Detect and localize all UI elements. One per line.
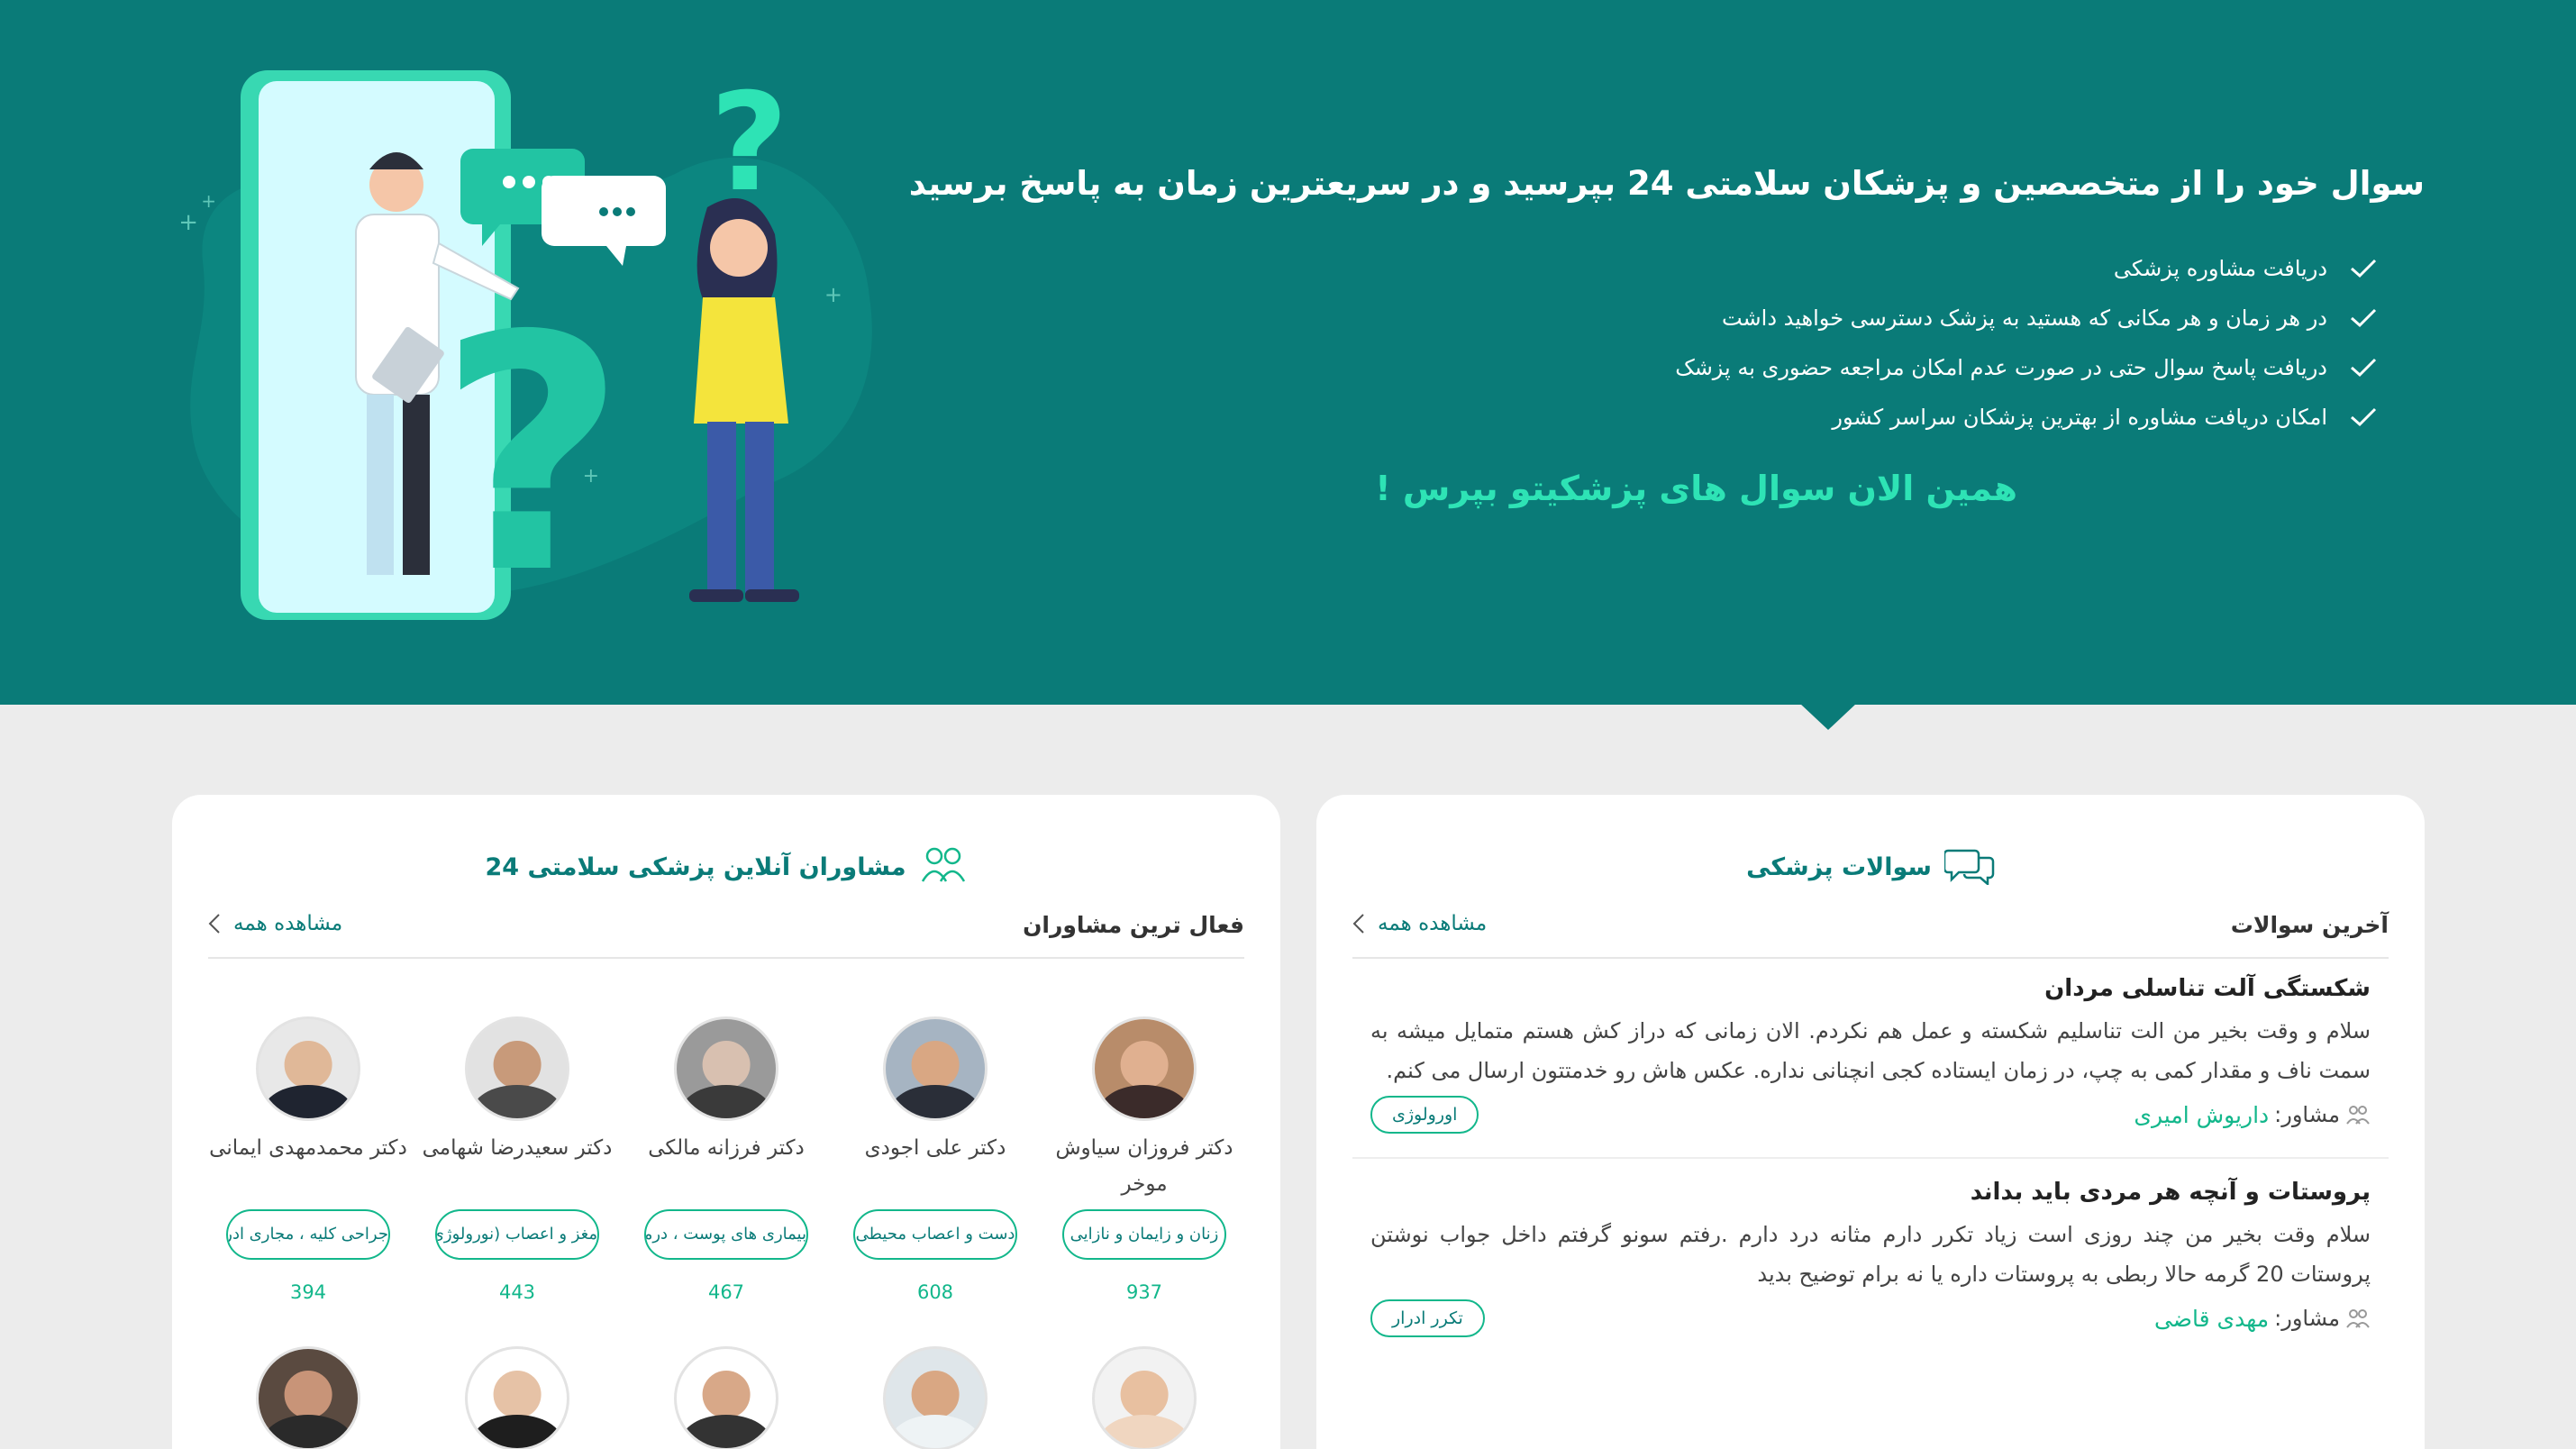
specialty-tag[interactable]: جراحی کلیه ، مجاری ادرار	[226, 1209, 390, 1260]
svg-text:+: +	[824, 282, 842, 307]
question-advisor: مشاور: مهدی قاضی	[2154, 1306, 2371, 1332]
answer-count: 394	[289, 1281, 327, 1303]
check-icon	[2345, 354, 2381, 381]
specialty-tag[interactable]: بیماری های پوست ، درماتولوژی	[644, 1209, 808, 1260]
card-title: سوالات پزشکی	[1746, 852, 1932, 881]
answer-count: 608	[916, 1281, 954, 1303]
advisor-name[interactable]: دکتر علی اجودی	[865, 1130, 1006, 1206]
section-subheader: فعال ترین مشاوران مشاهده همه	[208, 912, 1244, 959]
question-advisor: مشاور: داریوش امیری	[2134, 1102, 2371, 1128]
feature-text: دریافت مشاوره پزشکی	[2113, 255, 2327, 281]
question-title[interactable]: شکستگی آلت تناسلی مردان	[1370, 975, 2371, 1002]
specialty-tag[interactable]: دست و اعصاب محیطی	[853, 1209, 1017, 1260]
people-icon	[919, 845, 968, 889]
hero-title: سوال خود را از متخصصین و پزشکان سلامتی 2…	[908, 164, 2425, 203]
feature-text: در هر زمان و هر مکانی که هستید به پزشک د…	[1721, 305, 2327, 331]
answer-count: 443	[498, 1281, 536, 1303]
most-active-advisors-label: فعال ترین مشاوران	[1023, 912, 1244, 938]
check-icon	[2345, 255, 2381, 282]
advisor-name[interactable]: دکتر فروزان سیاوش موخر	[1044, 1130, 1244, 1206]
avatar[interactable]	[674, 1346, 778, 1449]
svg-text:+: +	[178, 209, 198, 236]
chevron-left-icon	[208, 914, 220, 934]
advisor-card[interactable]: دکتر فرزانه مالکی بیماری های پوست ، درما…	[626, 1016, 826, 1303]
svg-text:+: +	[201, 190, 216, 212]
advisors-grid: دکتر فروزان سیاوش موخر زنان و زایمان و ن…	[208, 1016, 1244, 1303]
feature-list: دریافت مشاوره پزشکی در هر زمان و هر مکان…	[1675, 243, 2381, 442]
card-header: مشاوران آنلاین پزشکی سلامتی 24	[172, 845, 1280, 889]
feature-item: امکان دریافت مشاوره از بهترین پزشکان سرا…	[1675, 392, 2381, 442]
avatar[interactable]	[465, 1346, 569, 1449]
chevron-left-icon	[1352, 914, 1364, 934]
advisor-label: مشاور:	[2274, 1102, 2340, 1127]
advisor-card[interactable]: دکتر سعیدرضا شهامی مغز و اعصاب (نورولوژی…	[417, 1016, 617, 1303]
advisor-card[interactable]	[208, 1346, 408, 1449]
advisor-name[interactable]: دکتر سعیدرضا شهامی	[423, 1130, 613, 1206]
question-meta: مشاور: داریوش امیری اورولوژی	[1370, 1096, 2371, 1134]
avatar[interactable]	[465, 1016, 569, 1121]
question-tag[interactable]: تکرر ادرار	[1370, 1299, 1485, 1337]
section-subheader: آخرین سوالات مشاهده همه	[1352, 912, 2389, 959]
advisor-name[interactable]: داریوش امیری	[2134, 1102, 2269, 1128]
card-header: سوالات پزشکی	[1316, 845, 2425, 889]
card-title: مشاوران آنلاین پزشکی سلامتی 24	[485, 852, 906, 881]
avatar[interactable]	[883, 1016, 988, 1121]
avatar[interactable]	[1092, 1016, 1197, 1121]
divider	[1352, 1157, 2389, 1159]
feature-item: دریافت پاسخ سوال حتی در صورت عدم امکان م…	[1675, 342, 2381, 392]
feature-item: در هر زمان و هر مکانی که هستید به پزشک د…	[1675, 293, 2381, 342]
question-tag[interactable]: اورولوژی	[1370, 1096, 1479, 1134]
svg-text:+: +	[583, 465, 599, 488]
answer-count: 937	[1125, 1281, 1163, 1303]
people-icon	[2346, 1309, 2370, 1328]
hero-banner: ? ? + + + + سوال خود را از متخصصین و پزش…	[0, 0, 2576, 705]
question-item[interactable]: پروستات و آنچه هر مردی باید بداند سلام و…	[1352, 1179, 2389, 1337]
question-title[interactable]: پروستات و آنچه هر مردی باید بداند	[1370, 1179, 2371, 1206]
see-all-label: مشاهده همه	[233, 912, 343, 935]
specialty-tag[interactable]: زنان و زایمان و نازایی	[1062, 1209, 1226, 1260]
advisor-name[interactable]: دکتر محمدمهدی ایمانی	[209, 1130, 407, 1206]
chat-bubbles-icon	[1943, 845, 1995, 889]
advisor-card[interactable]	[1044, 1346, 1244, 1449]
avatar[interactable]	[674, 1016, 778, 1121]
question-meta: مشاور: مهدی قاضی تکرر ادرار	[1370, 1299, 2371, 1337]
advisor-card[interactable]	[835, 1346, 1035, 1449]
advisor-card[interactable]: دکتر علی اجودی دست و اعصاب محیطی 608	[835, 1016, 1035, 1303]
question-body: سلام وقت بخیر من چند روزی است زیاد تکرر …	[1370, 1222, 2371, 1287]
feature-item: دریافت مشاوره پزشکی	[1675, 243, 2381, 293]
latest-questions-label: آخرین سوالات	[2230, 912, 2389, 938]
avatar[interactable]	[256, 1016, 360, 1121]
medical-questions-card: سوالات پزشکی آخرین سوالات مشاهده همه شکس…	[1316, 795, 2425, 1449]
specialty-tag[interactable]: مغز و اعصاب (نورولوژی)	[435, 1209, 599, 1260]
check-icon	[2345, 404, 2381, 431]
doctor-consultation-illustration: ? ? + + + +	[178, 65, 872, 622]
advisor-name[interactable]: مهدی قاضی	[2154, 1306, 2269, 1332]
question-body: سلام و وقت بخیر من الت تناسلیم شکسته و ع…	[1370, 1018, 2371, 1083]
see-all-advisors-link[interactable]: مشاهده همه	[208, 912, 342, 935]
hero-pointer	[1799, 703, 1857, 730]
avatar[interactable]	[1092, 1346, 1197, 1449]
avatar[interactable]	[883, 1346, 988, 1449]
advisor-card[interactable]	[626, 1346, 826, 1449]
avatar[interactable]	[256, 1346, 360, 1449]
ask-question-cta[interactable]: همین الان سوال های پزشکیتو بپرس !	[1375, 469, 2017, 508]
answer-count: 467	[707, 1281, 745, 1303]
online-advisors-card: مشاوران آنلاین پزشکی سلامتی 24 فعال ترین…	[172, 795, 1280, 1449]
check-icon	[2345, 305, 2381, 332]
see-all-questions-link[interactable]: مشاهده همه	[1352, 912, 1487, 935]
advisors-grid-row-2	[208, 1346, 1244, 1449]
advisor-card[interactable]	[417, 1346, 617, 1449]
questions-list: شکستگی آلت تناسلی مردان سلام و وقت بخیر …	[1352, 975, 2389, 1337]
feature-text: دریافت پاسخ سوال حتی در صورت عدم امکان م…	[1675, 354, 2327, 380]
advisor-name[interactable]: دکتر فرزانه مالکی	[648, 1130, 805, 1206]
feature-text: امکان دریافت مشاوره از بهترین پزشکان سرا…	[1832, 404, 2327, 430]
advisor-label: مشاور:	[2274, 1306, 2340, 1331]
svg-text:?: ?	[438, 267, 626, 622]
advisor-card[interactable]: دکتر محمدمهدی ایمانی جراحی کلیه ، مجاری …	[208, 1016, 408, 1303]
question-item[interactable]: شکستگی آلت تناسلی مردان سلام و وقت بخیر …	[1352, 975, 2389, 1134]
advisor-card[interactable]: دکتر فروزان سیاوش موخر زنان و زایمان و ن…	[1044, 1016, 1244, 1303]
see-all-label: مشاهده همه	[1378, 912, 1488, 935]
people-icon	[2346, 1106, 2370, 1125]
svg-text:?: ?	[710, 65, 788, 222]
